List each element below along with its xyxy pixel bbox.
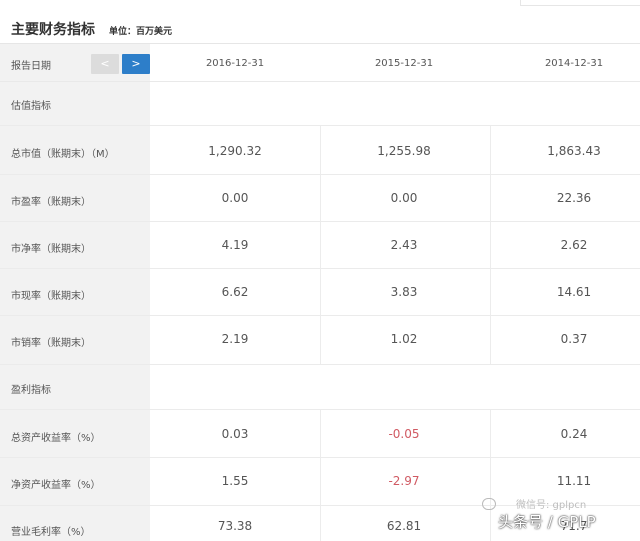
date-col-2: 2015-12-31	[374, 58, 434, 69]
row-label: 总市值（账期末）（M）	[11, 149, 115, 160]
row-label: 净资产收益率（%）	[11, 480, 101, 491]
page-header: 主要财务指标 单位：百万美元	[0, 0, 640, 44]
watermark: 微信号: gplpcn 头条号 / GPLP	[482, 498, 638, 536]
cell-value: 1,290.32	[208, 144, 262, 158]
table-row: 总市值（账期末）（M） 1,290.32 1,255.98 1,863.43	[0, 126, 640, 175]
wechat-icon	[482, 498, 496, 510]
cell-value: 0.24	[560, 427, 588, 441]
table-row: 市销率（账期末） 2.19 1.02 0.37	[0, 316, 640, 365]
row-label: 总资产收益率（%）	[11, 433, 101, 444]
cell-value: 11.11	[556, 474, 592, 488]
cell-value: 0.00	[221, 191, 249, 205]
cell-value: 1,863.43	[547, 144, 601, 158]
row-label: 市现率（账期末）	[11, 291, 91, 302]
cell-value: 2.43	[390, 238, 418, 252]
cell-value: 14.61	[556, 285, 592, 299]
table-row: 市现率（账期末） 6.62 3.83 14.61	[0, 269, 640, 316]
section-valuation-label: 估值指标	[11, 101, 51, 112]
date-col-1: 2016-12-31	[205, 58, 265, 69]
header-tab-decoration	[520, 0, 640, 6]
section-profit: 盈利指标	[0, 365, 640, 410]
row-label: 市销率（账期末）	[11, 338, 91, 349]
cell-value: 2.19	[221, 332, 249, 346]
cell-value: 6.62	[221, 285, 249, 299]
cell-value: 22.36	[556, 191, 592, 205]
cell-value: 1.55	[221, 474, 249, 488]
section-profit-label: 盈利指标	[11, 385, 51, 396]
row-label: 营业毛利率（%）	[11, 527, 91, 538]
table-row: 市盈率（账期末） 0.00 0.00 22.36	[0, 175, 640, 222]
prev-period-button[interactable]: <	[91, 54, 119, 74]
cell-value: 0.03	[221, 427, 249, 441]
cell-value: 2.62	[560, 238, 588, 252]
table-row: 总资产收益率（%） 0.03 -0.05 0.24	[0, 410, 640, 458]
cell-value: 4.19	[221, 238, 249, 252]
cell-value-negative: -0.05	[388, 427, 420, 441]
section-valuation: 估值指标	[0, 82, 640, 126]
cell-value: 0.37	[560, 332, 588, 346]
page-title: 主要财务指标	[11, 22, 95, 38]
watermark-main: 头条号 / GPLP	[498, 513, 596, 531]
row-label: 市净率（账期末）	[11, 244, 91, 255]
date-col-3: 2014-12-31	[544, 58, 604, 69]
cell-value: 1,255.98	[377, 144, 431, 158]
cell-value: 1.02	[390, 332, 418, 346]
cell-value: 73.38	[217, 519, 253, 533]
table-row: 市净率（账期末） 4.19 2.43 2.62	[0, 222, 640, 269]
cell-value: 3.83	[390, 285, 418, 299]
watermark-sub: 微信号: gplpcn	[516, 500, 587, 511]
next-period-button[interactable]: >	[122, 54, 150, 74]
row-label: 市盈率（账期末）	[11, 197, 91, 208]
cell-value: 0.00	[390, 191, 418, 205]
cell-value: 62.81	[386, 519, 422, 533]
report-date-label: 报告日期	[11, 61, 51, 72]
cell-value-negative: -2.97	[388, 474, 420, 488]
unit-label: 单位：百万美元	[109, 27, 173, 37]
